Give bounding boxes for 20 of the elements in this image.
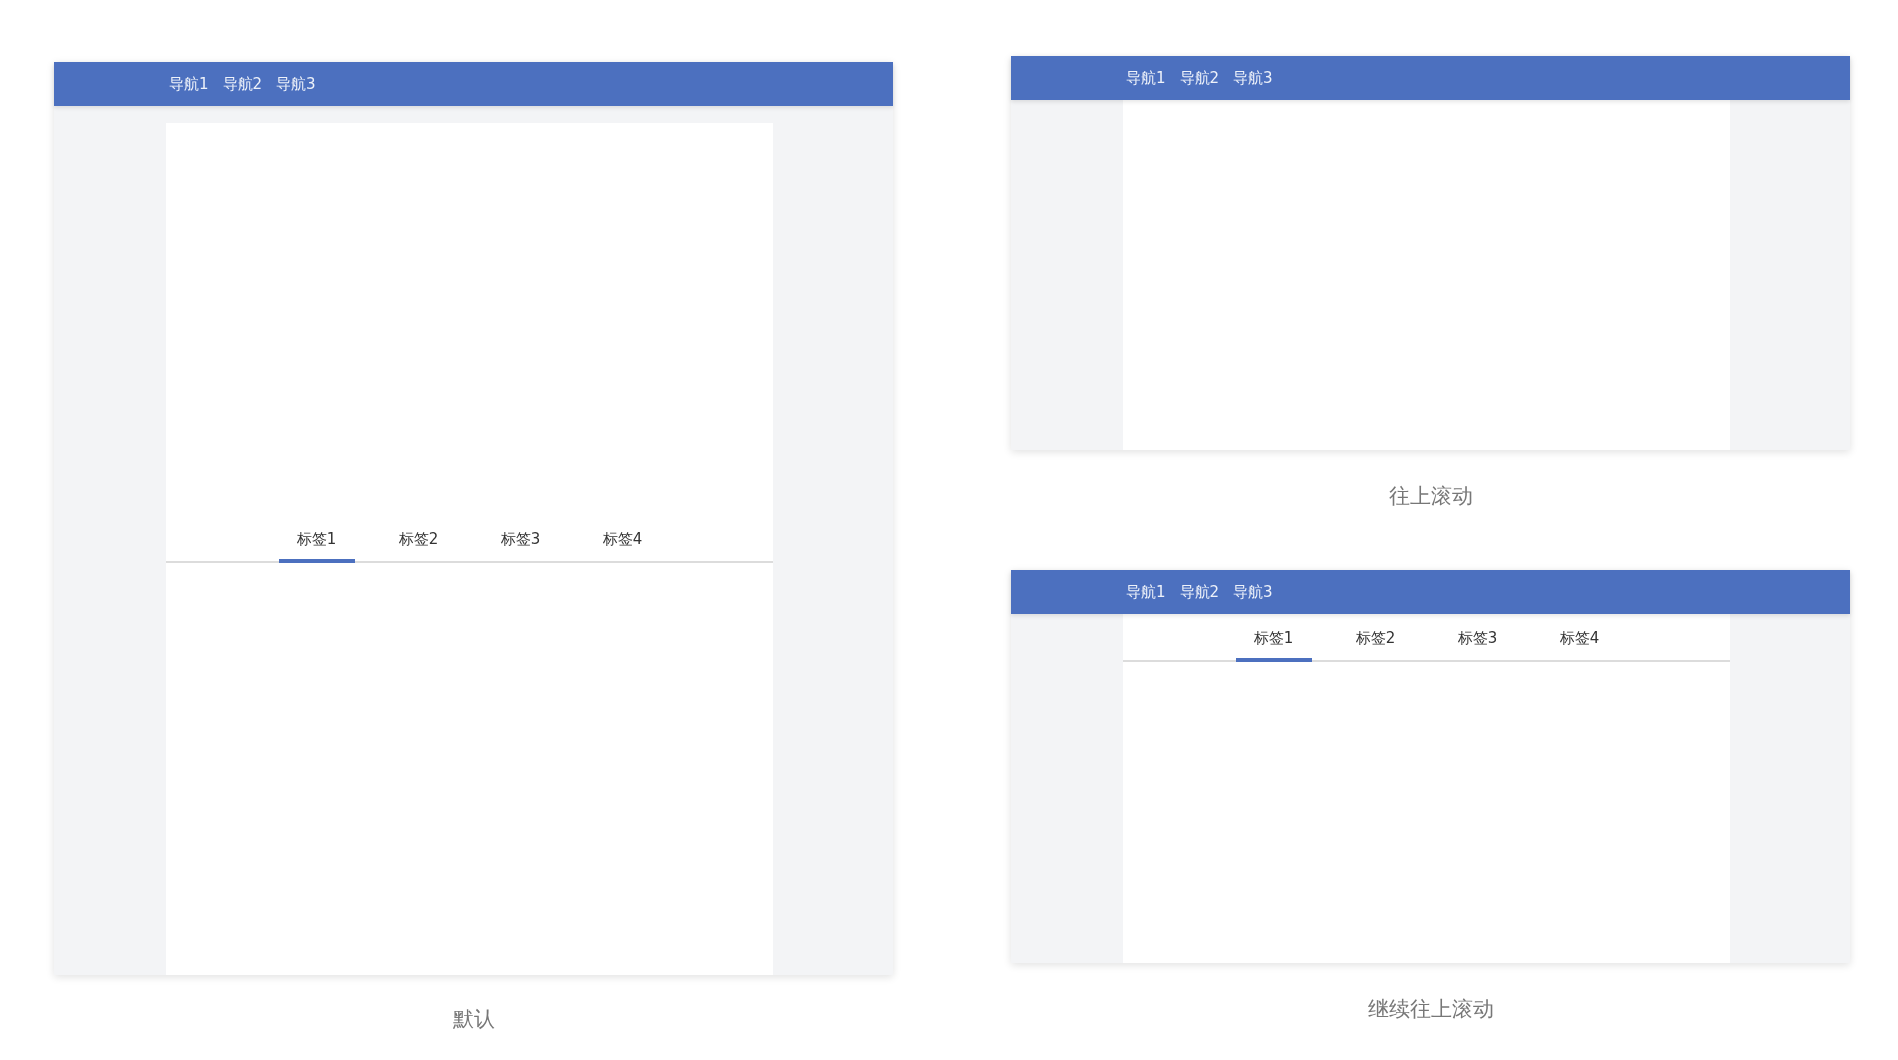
nav-link[interactable]: 导航1 [1126, 68, 1166, 88]
nav-link[interactable]: 导航3 [1233, 68, 1273, 88]
tab[interactable]: 标签3 [1439, 614, 1516, 662]
tab[interactable]: 标签2 [380, 515, 457, 563]
nav-link[interactable]: 导航2 [1179, 582, 1220, 602]
tab[interactable]: 标签4 [1541, 614, 1618, 662]
tab[interactable]: 标签4 [584, 515, 661, 563]
nav-link[interactable]: 导航2 [222, 74, 263, 94]
tab[interactable]: 标签2 [1337, 614, 1414, 662]
nav-link[interactable]: 导航3 [276, 74, 316, 94]
caption: 往上滚动 [1388, 483, 1473, 510]
nav-link[interactable]: 导航3 [1233, 582, 1273, 602]
caption: 继续往上滚动 [1367, 996, 1494, 1023]
nav-link[interactable]: 导航1 [169, 74, 209, 94]
tab[interactable]: 标签3 [482, 515, 559, 563]
tab[interactable]: 标签1 [1235, 614, 1312, 662]
tab[interactable]: 标签1 [278, 515, 355, 563]
nav-link[interactable]: 导航2 [1179, 68, 1220, 88]
caption: 默认 [452, 1006, 495, 1033]
nav-link[interactable]: 导航1 [1126, 582, 1166, 602]
